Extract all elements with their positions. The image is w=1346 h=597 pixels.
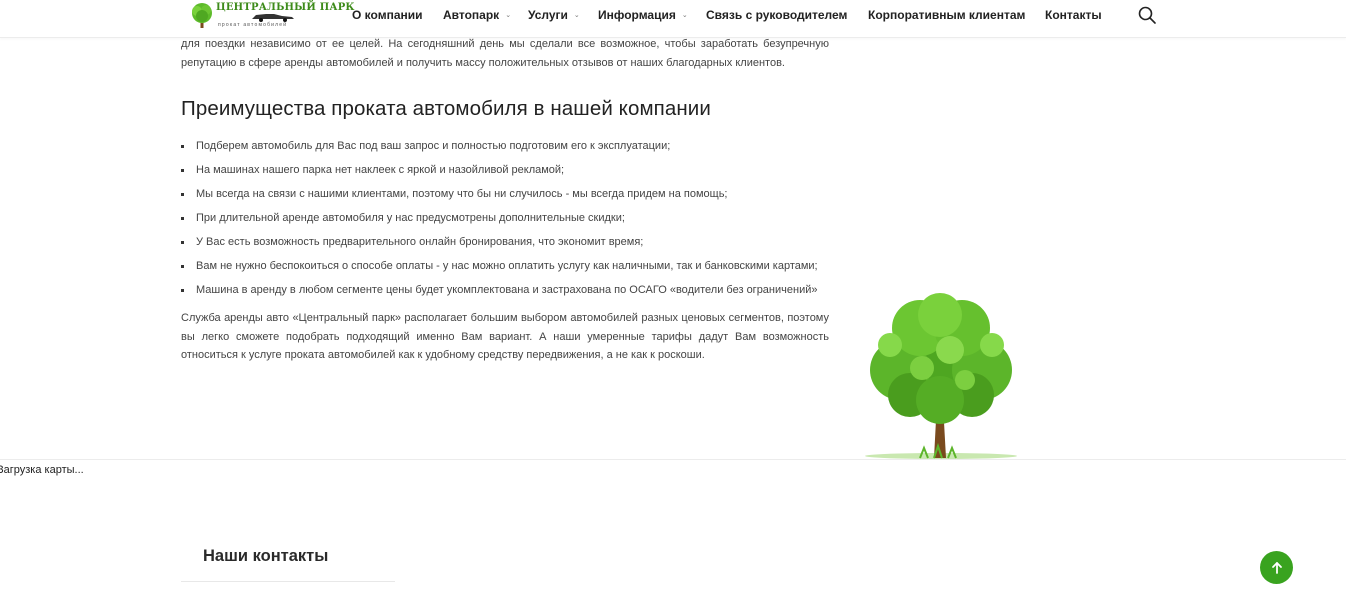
tree-image bbox=[865, 293, 1017, 459]
outro-paragraph: Служба аренды авто «Центральный парк» ра… bbox=[181, 312, 829, 361]
logo-subtitle: прокат автомобилей bbox=[218, 22, 288, 28]
site-header: ЦЕНТРАЛЬНЫЙ ПАРК прокат автомобилей О ко… bbox=[0, 0, 1346, 38]
section-divider bbox=[0, 459, 1346, 460]
nav-item-contacts[interactable]: Контакты bbox=[1045, 0, 1115, 30]
nav-item-label: Связь с руководителем bbox=[706, 8, 848, 22]
list-item: На машинах нашего парка нет наклеек с яр… bbox=[181, 161, 829, 179]
contacts-underline bbox=[181, 581, 395, 582]
article-content: для поездки независимо от ее целей. На с… bbox=[181, 35, 829, 365]
list-item: Мы всегда на связи с нашими клиентами, п… bbox=[181, 185, 829, 203]
main-nav: О компании Автопарк ⌄ Услуги ⌄ Информаци… bbox=[352, 0, 1115, 30]
chevron-down-icon: ⌄ bbox=[573, 12, 580, 19]
section-heading: Преимущества проката автомобиля в нашей … bbox=[181, 97, 711, 120]
nav-item-info[interactable]: Информация ⌄ bbox=[598, 0, 706, 30]
tree-logo-icon bbox=[192, 3, 212, 28]
nav-item-label: Услуги bbox=[528, 8, 568, 22]
contacts-title: Наши контакты bbox=[203, 547, 329, 565]
car-logo-icon bbox=[252, 14, 294, 22]
nav-item-label: Автопарк bbox=[443, 8, 500, 22]
nav-item-corporate[interactable]: Корпоративным клиентам bbox=[868, 0, 1045, 30]
chevron-down-icon: ⌄ bbox=[505, 12, 512, 19]
nav-item-label: Корпоративным клиентам bbox=[868, 8, 1026, 22]
nav-item-services[interactable]: Услуги ⌄ bbox=[528, 0, 598, 30]
intro-paragraph: для поездки независимо от ее целей. На с… bbox=[181, 38, 829, 69]
search-button[interactable] bbox=[1137, 5, 1157, 25]
chevron-down-icon: ⌄ bbox=[681, 12, 688, 19]
nav-item-fleet[interactable]: Автопарк ⌄ bbox=[443, 0, 528, 30]
site-logo[interactable]: ЦЕНТРАЛЬНЫЙ ПАРК прокат автомобилей bbox=[186, 0, 355, 32]
nav-item-label: Информация bbox=[598, 8, 676, 22]
tree-illustration bbox=[850, 290, 1032, 462]
scroll-to-top-button[interactable] bbox=[1260, 551, 1293, 584]
benefits-list: Подберем автомобиль для Вас под ваш запр… bbox=[181, 137, 829, 299]
arrow-up-icon bbox=[1271, 561, 1282, 574]
nav-item-label: Контакты bbox=[1045, 8, 1102, 22]
list-item: У Вас есть возможность предварительного … bbox=[181, 233, 829, 251]
search-icon bbox=[1138, 6, 1156, 24]
list-item: При длительной аренде автомобиля у нас п… bbox=[181, 209, 829, 227]
nav-item-about[interactable]: О компании bbox=[352, 0, 443, 30]
list-item: Вам не нужно беспокоиться о способе опла… bbox=[181, 257, 829, 275]
nav-item-contact-management[interactable]: Связь с руководителем bbox=[706, 0, 868, 30]
nav-item-label: О компании bbox=[352, 8, 423, 22]
list-item: Машина в аренду в любом сегменте цены бу… bbox=[181, 281, 829, 299]
map-loading-text: Загрузка карты... bbox=[0, 464, 84, 476]
list-item: Подберем автомобиль для Вас под ваш запр… bbox=[181, 137, 829, 155]
